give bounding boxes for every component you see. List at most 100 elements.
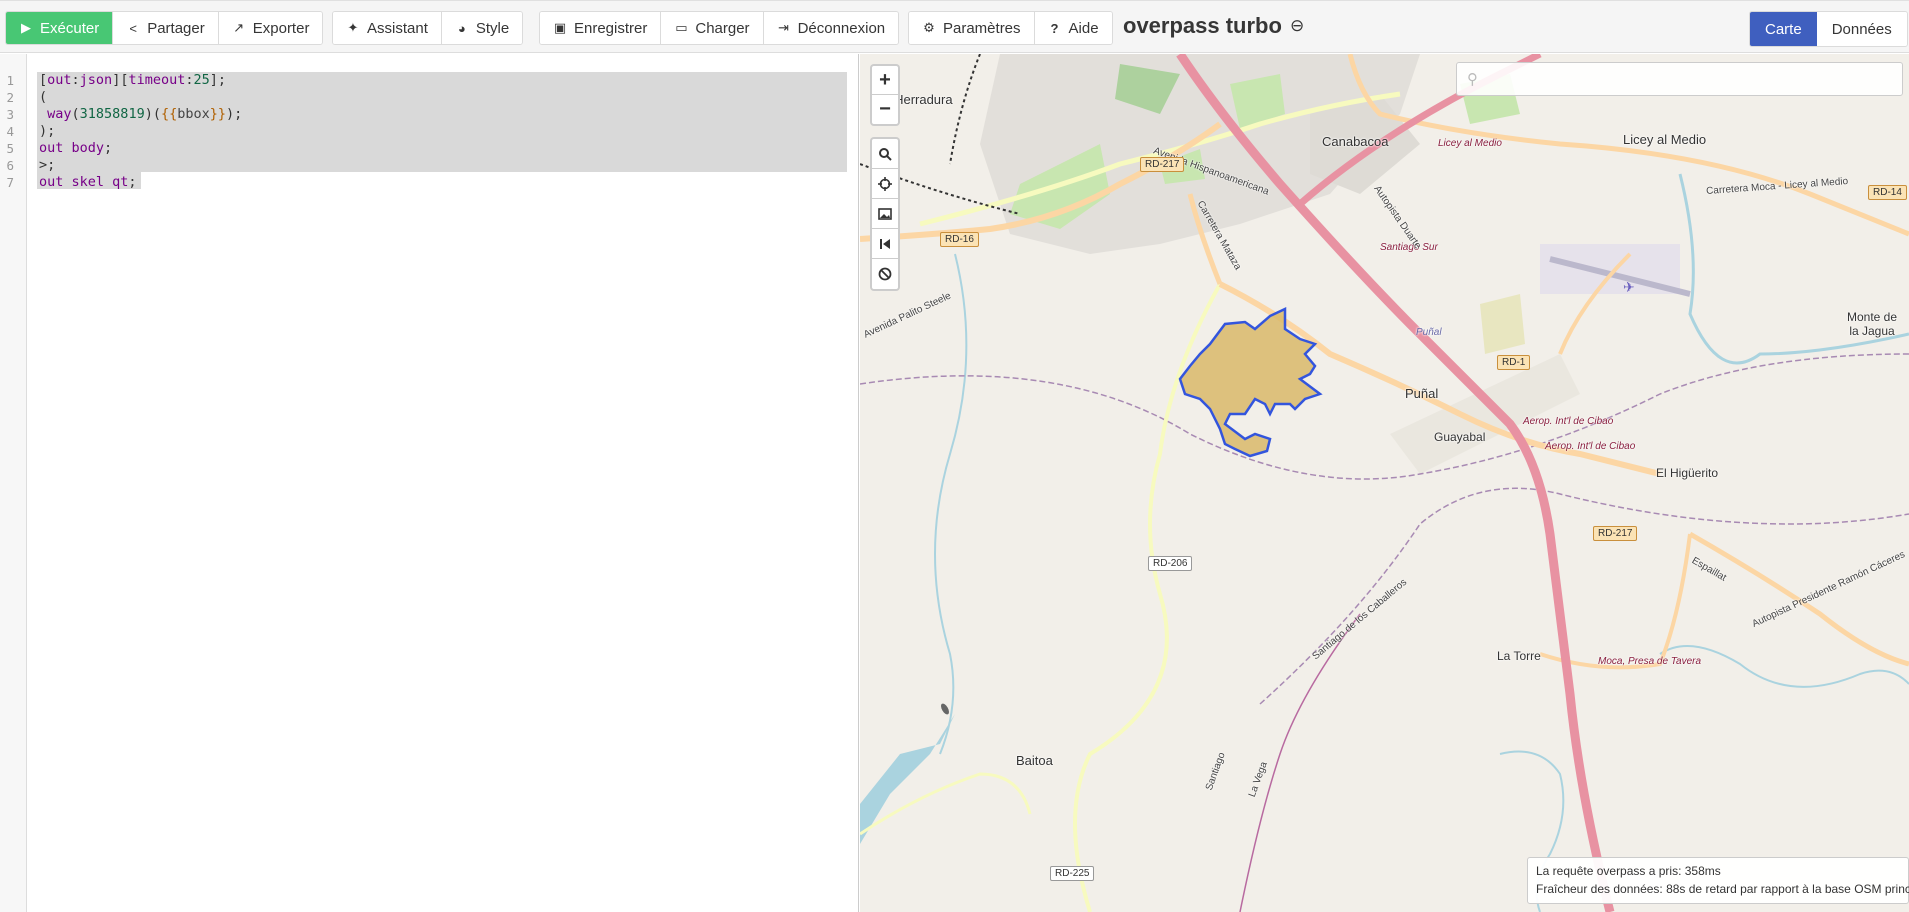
- tab-data[interactable]: Données: [1816, 12, 1907, 46]
- wizard-button[interactable]: ✦ Assistant: [333, 12, 442, 44]
- app-title: overpass turbo ⊖: [1123, 13, 1304, 39]
- code-token: >: [39, 157, 48, 173]
- ban-icon[interactable]: [872, 259, 898, 289]
- logout-label: Déconnexion: [797, 19, 886, 37]
- view-toggle: Carte Données: [1749, 11, 1908, 47]
- code-token: json: [79, 72, 113, 88]
- logout-button[interactable]: ⇥ Déconnexion: [763, 12, 899, 44]
- code-token: ;: [128, 174, 137, 190]
- line-number: 3: [6, 107, 14, 122]
- zoom-control: + −: [870, 64, 900, 126]
- image-icon[interactable]: [872, 199, 898, 229]
- question-icon: ?: [1050, 20, 1059, 36]
- code-token: );: [226, 106, 243, 122]
- place-label: Moca, Presa de Tavera: [1598, 656, 1702, 667]
- load-label: Charger: [695, 19, 750, 37]
- skip-back-icon[interactable]: [872, 229, 898, 259]
- search-icon: ⚲: [1467, 71, 1478, 88]
- play-icon: ▶: [21, 20, 31, 35]
- line-number: 1: [6, 73, 14, 88]
- route-shield: RD-217: [1140, 157, 1185, 172]
- map-tools: [870, 137, 900, 291]
- code-token: );: [39, 123, 56, 139]
- line-number: 2: [6, 90, 14, 105]
- code-token: bbox: [177, 106, 210, 122]
- settings-label: Paramètres: [943, 19, 1021, 37]
- code-token: (: [71, 106, 80, 122]
- map-view[interactable]: ✈ La Herradura Canabacoa Licey al Medio …: [860, 54, 1909, 912]
- help-button[interactable]: ? Aide: [1034, 12, 1112, 44]
- query-time-text: La requête overpass a pris: 358ms: [1536, 864, 1721, 878]
- run-button[interactable]: ▶ Exécuter: [6, 12, 114, 44]
- gear-icon: ⚙: [923, 20, 935, 35]
- place-label: Licey al Medio: [1623, 132, 1707, 147]
- palette-icon: ◕: [457, 20, 466, 36]
- code-line: out skel qt;: [39, 174, 137, 191]
- external-link-icon: ↗: [233, 20, 245, 35]
- code-token: timeout: [128, 72, 186, 88]
- line-number: 4: [6, 124, 14, 139]
- code-line: out body;: [39, 140, 112, 157]
- style-button[interactable]: ◕ Style: [441, 12, 523, 44]
- toolbar: ▶ Exécuter < Partager ↗ Exporter ✦ Assis…: [0, 0, 1909, 53]
- crosshair-icon[interactable]: [872, 169, 898, 199]
- code-token: )(: [144, 106, 161, 122]
- export-label: Exporter: [252, 19, 310, 37]
- code-token: {{: [160, 106, 178, 122]
- wizard-label: Assistant: [367, 19, 428, 37]
- code-line: [out:json][timeout:25];: [39, 72, 226, 89]
- line-number-gutter: 1 2 3 4 5 6 7: [0, 54, 27, 912]
- code-token: }}: [209, 106, 227, 122]
- zoom-out-button[interactable]: −: [872, 95, 898, 124]
- search-icon[interactable]: [872, 139, 898, 169]
- place-label: Aerop. Int'l de Cibao: [1523, 416, 1614, 427]
- help-button-group: ⚙ Paramètres ? Aide: [908, 11, 1113, 45]
- place-label: Monte de la Jagua: [1846, 310, 1898, 338]
- code-token: (: [39, 89, 48, 105]
- map-search: ⚲: [1456, 62, 1903, 96]
- folder-open-icon: ▭: [675, 20, 688, 35]
- save-label: Enregistrer: [574, 19, 648, 37]
- tab-map[interactable]: Carte: [1750, 12, 1817, 46]
- overpass-logo-icon: ⊖: [1289, 16, 1305, 35]
- code-token: way: [47, 106, 72, 122]
- route-shield: RD-206: [1148, 556, 1193, 571]
- help-label: Aide: [1068, 19, 1099, 37]
- code-token: out skel qt: [39, 174, 129, 190]
- export-button[interactable]: ↗ Exporter: [218, 12, 323, 44]
- place-label: Licey al Medio: [1438, 138, 1502, 149]
- code-token: ][: [112, 72, 129, 88]
- line-number: 5: [6, 141, 14, 156]
- zoom-in-button[interactable]: +: [872, 66, 898, 95]
- route-shield: RD-1: [1497, 355, 1531, 370]
- magic-wand-icon: ✦: [347, 20, 359, 35]
- line-number: 6: [6, 158, 14, 173]
- place-label: Guayabal: [1434, 430, 1486, 444]
- code-token: :: [71, 72, 80, 88]
- code-token: out body: [39, 140, 105, 156]
- code-line: way(31858819)({{bbox}});: [39, 106, 242, 123]
- code-line: );: [39, 123, 55, 140]
- place-label: Puñal: [1405, 386, 1439, 401]
- floppy-icon: ▣: [553, 20, 567, 35]
- place-label: Canabacoa: [1322, 134, 1389, 149]
- load-button[interactable]: ▭ Charger: [661, 12, 764, 44]
- share-button[interactable]: < Partager: [113, 12, 219, 44]
- query-status-box: La requête overpass a pris: 358ms Fraîch…: [1527, 857, 1909, 904]
- save-button[interactable]: ▣ Enregistrer: [540, 12, 662, 44]
- code-token: ;: [47, 157, 56, 173]
- code-token: ;: [104, 140, 113, 156]
- share-label: Partager: [147, 19, 205, 37]
- route-shield: RD-14: [1868, 185, 1907, 200]
- query-editor[interactable]: 1234567 [out:json][timeout:25];( way(318…: [0, 54, 859, 912]
- share-icon: <: [129, 20, 137, 36]
- place-label: Baitoa: [1016, 753, 1053, 768]
- route-shield: RD-217: [1593, 526, 1638, 541]
- place-label: La Torre: [1497, 649, 1541, 663]
- place-label: El Higüerito: [1656, 466, 1719, 480]
- run-label: Exécuter: [40, 19, 100, 37]
- settings-button[interactable]: ⚙ Paramètres: [909, 12, 1035, 44]
- place-label: Puñal: [1416, 327, 1442, 338]
- map-search-input[interactable]: [1486, 71, 1886, 87]
- place-label: Aerop. Int'l de Cibao: [1545, 441, 1636, 452]
